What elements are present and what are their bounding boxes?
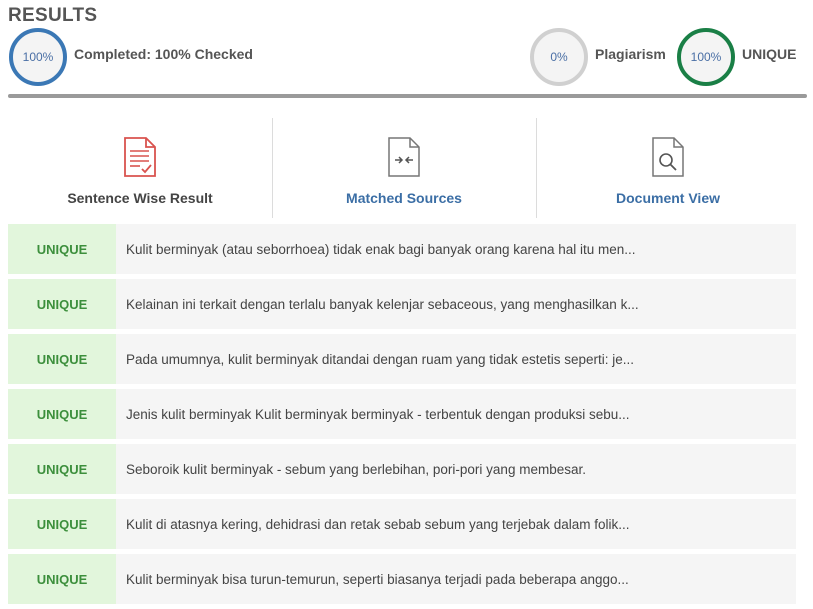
plagiarism-label: Plagiarism	[595, 46, 666, 62]
document-compare-icon	[388, 137, 420, 177]
status-badge: UNIQUE	[8, 334, 116, 384]
progress-divider	[8, 94, 807, 98]
completed-label: Completed: 100% Checked	[74, 46, 253, 62]
sentence-text: Kulit berminyak (atau seborrhoea) tidak …	[126, 241, 636, 257]
sentence-text: Pada umumnya, kulit berminyak ditandai d…	[126, 351, 635, 367]
completed-progress-circle: 100%	[9, 28, 67, 86]
unique-percent: 100%	[690, 50, 722, 64]
status-badge: UNIQUE	[8, 224, 116, 274]
tab-label: Sentence Wise Result	[67, 190, 213, 206]
result-row[interactable]: UNIQUE Kulit berminyak (atau seborrhoea)…	[8, 224, 796, 274]
result-row[interactable]: UNIQUE Kulit di atasnya kering, dehidras…	[8, 499, 796, 549]
sentence-text: Kulit di atasnya kering, dehidrasi dan r…	[126, 516, 630, 532]
result-row[interactable]: UNIQUE Jenis kulit berminyak Kulit bermi…	[8, 389, 796, 439]
sentence-text: Seboroik kulit berminyak - sebum yang be…	[126, 461, 586, 477]
sentence-text: Kelainan ini terkait dengan terlalu bany…	[126, 296, 639, 312]
tab-label: Document View	[616, 190, 720, 206]
tab-matched-sources[interactable]: Matched Sources	[272, 118, 536, 218]
document-search-icon	[652, 137, 684, 177]
result-tabs: Sentence Wise Result Matched Sources Doc…	[8, 118, 800, 218]
tab-label: Matched Sources	[346, 190, 462, 206]
result-row[interactable]: UNIQUE Kelainan ini terkait dengan terla…	[8, 279, 796, 329]
unique-label: UNIQUE	[742, 46, 797, 62]
results-list: UNIQUE Kulit berminyak (atau seborrhoea)…	[8, 224, 796, 609]
status-badge: UNIQUE	[8, 444, 116, 494]
result-row[interactable]: UNIQUE Pada umumnya, kulit berminyak dit…	[8, 334, 796, 384]
sentence-text: Kulit berminyak bisa turun-temurun, sepe…	[126, 571, 629, 587]
status-badge: UNIQUE	[8, 279, 116, 329]
plagiarism-circle: 0%	[530, 28, 588, 86]
completed-percent: 100%	[22, 50, 54, 64]
status-badge: UNIQUE	[8, 554, 116, 604]
result-row[interactable]: UNIQUE Seboroik kulit berminyak - sebum …	[8, 444, 796, 494]
tab-sentence-wise-result[interactable]: Sentence Wise Result	[8, 118, 272, 218]
tab-document-view[interactable]: Document View	[536, 118, 800, 218]
unique-circle: 100%	[677, 28, 735, 86]
status-badge: UNIQUE	[8, 389, 116, 439]
page-title: RESULTS	[8, 5, 98, 26]
document-check-icon	[124, 137, 156, 177]
result-row[interactable]: UNIQUE Kulit berminyak bisa turun-temuru…	[8, 554, 796, 604]
plagiarism-percent: 0%	[550, 50, 568, 64]
sentence-text: Jenis kulit berminyak Kulit berminyak be…	[126, 406, 630, 422]
status-badge: UNIQUE	[8, 499, 116, 549]
